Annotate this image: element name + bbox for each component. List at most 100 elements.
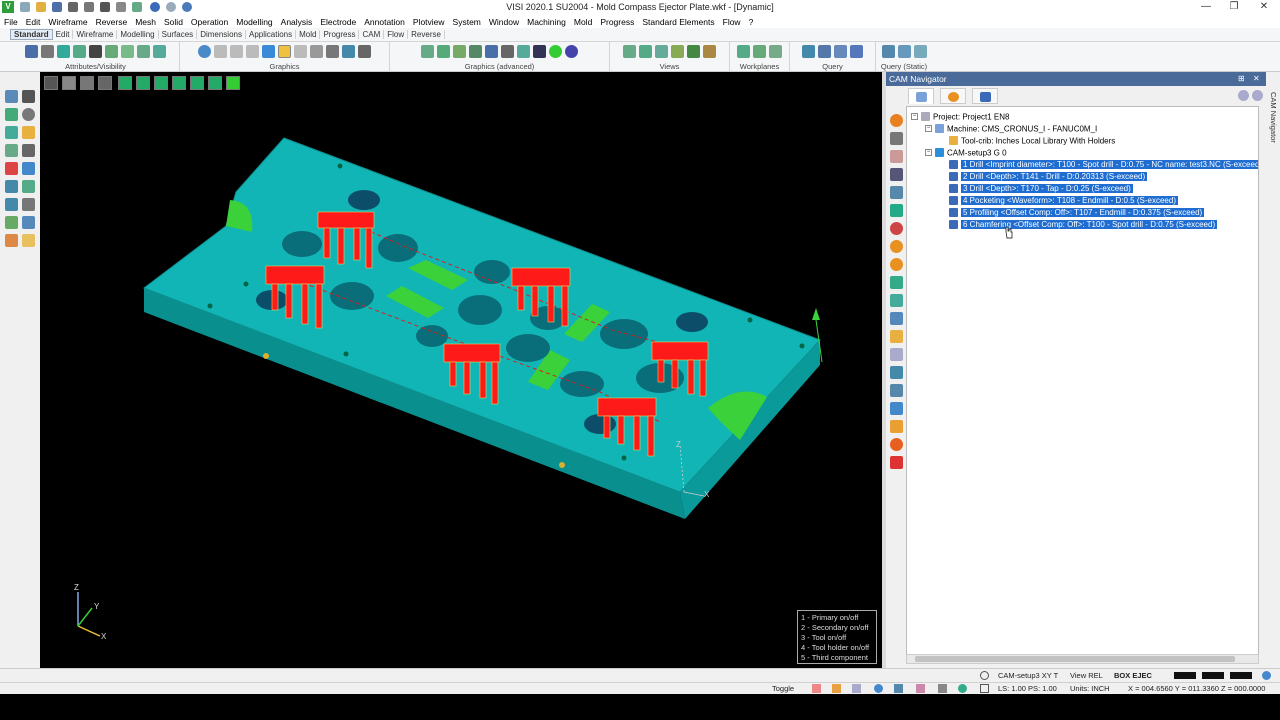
cam-tool2-icon[interactable] <box>890 294 903 307</box>
pan-icon[interactable] <box>437 45 450 58</box>
rotate-icon[interactable] <box>453 45 466 58</box>
magnet-icon[interactable] <box>22 216 35 229</box>
tree-node[interactable]: 1 Drill <Imprint diameter>: T100 - Spot … <box>939 159 1258 170</box>
shaded-icon[interactable] <box>262 45 275 58</box>
cam-drill-icon[interactable] <box>890 204 903 217</box>
cam-print-icon[interactable] <box>890 402 903 415</box>
view-iso-icon[interactable] <box>623 45 636 58</box>
dimension-icon[interactable] <box>22 198 35 211</box>
menu-item-operation[interactable]: Operation <box>191 17 228 27</box>
view-user-icon[interactable] <box>703 45 716 58</box>
menu-item-file[interactable]: File <box>4 17 18 27</box>
tree-expander[interactable]: − <box>911 113 918 121</box>
view-top-icon[interactable] <box>639 45 652 58</box>
menu-item-standard-elements[interactable]: Standard Elements <box>642 17 714 27</box>
tab-cam[interactable]: CAM <box>359 30 385 39</box>
cam-sim-icon[interactable] <box>890 222 903 235</box>
cam-hand-icon[interactable] <box>890 420 903 433</box>
query-distance-icon[interactable] <box>818 45 831 58</box>
shield-icon[interactable] <box>533 45 546 58</box>
tree-node[interactable]: 3 Drill <Depth>: T170 - Tap - D:0.25 (S-… <box>939 183 1133 194</box>
grid-icon[interactable] <box>980 684 989 693</box>
edit-icon[interactable] <box>22 126 35 139</box>
view-side-icon[interactable] <box>671 45 684 58</box>
tree-node[interactable]: 4 Pocketing <Waveform>: T108 - Endmill -… <box>939 195 1178 206</box>
tree-node[interactable]: − CAM-setup3 G 0 <box>925 147 1007 158</box>
graph-icon[interactable] <box>517 45 530 58</box>
tab-standard[interactable]: Standard <box>10 29 53 40</box>
select-icon[interactable] <box>5 90 18 103</box>
circle-icon[interactable] <box>22 108 35 121</box>
tree-horizontal-scrollbar[interactable] <box>906 654 1259 664</box>
tab-progress[interactable]: Progress <box>320 30 360 39</box>
static-query-icon[interactable] <box>881 45 895 58</box>
cam-setup-icon[interactable] <box>890 132 903 145</box>
static-query2-icon[interactable] <box>897 45 911 58</box>
view-3d-icon[interactable] <box>687 45 700 58</box>
tree-node[interactable]: 2 Drill <Depth>: T141 - Drill - D:0.2031… <box>939 171 1148 182</box>
refresh-icon[interactable] <box>958 684 967 693</box>
view-front-icon[interactable] <box>655 45 668 58</box>
cam-updown-icon[interactable] <box>890 276 903 289</box>
tree-node[interactable]: − Project: Project1 EN8 <box>911 111 1009 122</box>
solid-icon[interactable] <box>22 162 35 175</box>
colour-icon[interactable] <box>89 45 102 58</box>
cam-gear2-icon[interactable] <box>890 240 903 253</box>
menu-item-reverse[interactable]: Reverse <box>96 17 128 27</box>
menu-item-edit[interactable]: Edit <box>26 17 41 27</box>
tree-node[interactable]: Tool-crib: Inches Local Library With Hol… <box>939 135 1115 146</box>
scrollbar-thumb[interactable] <box>915 656 1235 662</box>
cross-icon[interactable] <box>22 90 35 103</box>
back-icon[interactable] <box>1238 90 1249 101</box>
static-query3-icon[interactable] <box>913 45 927 58</box>
menu-item-wireframe[interactable]: Wireframe <box>48 17 87 27</box>
line-icon[interactable] <box>5 126 18 139</box>
layer-icon[interactable] <box>41 45 54 58</box>
dynamic-icon[interactable] <box>469 45 482 58</box>
show-hide-icon[interactable] <box>57 45 70 58</box>
tab-modelling[interactable]: Modelling <box>117 30 159 39</box>
wire-icon[interactable] <box>294 45 307 58</box>
cam-tool-icon[interactable] <box>890 168 903 181</box>
query-entity-icon[interactable] <box>850 45 863 58</box>
section-icon[interactable] <box>326 45 339 58</box>
sphere-icon[interactable] <box>549 45 562 58</box>
tab-flow[interactable]: Flow <box>384 30 409 39</box>
tree-node[interactable]: − Machine: CMS_CRONUS_I - FANUC0M_I <box>925 123 1097 134</box>
tab-dimensions[interactable]: Dimensions <box>197 30 246 39</box>
tab-wireframe[interactable]: Wireframe <box>73 30 118 39</box>
cylinder2-icon[interactable] <box>501 45 514 58</box>
workplane-icon[interactable] <box>737 45 750 58</box>
line-style-swatch-2[interactable] <box>1202 672 1224 679</box>
line-style-swatch[interactable] <box>1174 672 1196 679</box>
forward-icon[interactable] <box>1252 90 1263 101</box>
cam-flask-icon[interactable] <box>890 348 903 361</box>
view-box3-icon[interactable] <box>246 45 259 58</box>
workplane3-icon[interactable] <box>769 45 782 58</box>
tab-mold[interactable]: Mold <box>296 30 321 39</box>
snap2-icon[interactable] <box>832 684 841 693</box>
help-icon[interactable] <box>874 684 883 693</box>
visibility-icon[interactable] <box>73 45 86 58</box>
zoom-icon[interactable] <box>421 45 434 58</box>
menu-item-modelling[interactable]: Modelling <box>236 17 272 27</box>
line-style-swatch-3[interactable] <box>1230 672 1252 679</box>
tab-edit[interactable]: Edit <box>53 30 74 39</box>
menu-item-electrode[interactable]: Electrode <box>320 17 356 27</box>
tab-tools[interactable] <box>940 88 966 104</box>
cam-gear4-icon[interactable] <box>890 438 903 451</box>
cam-navigator-side-tab[interactable]: CAM Navigator <box>1264 92 1278 212</box>
layer-view-icon[interactable] <box>342 45 355 58</box>
hidden-line-icon[interactable] <box>310 45 323 58</box>
panel-close-button[interactable]: ✕ <box>1253 72 1260 86</box>
ejector-plate-model[interactable] <box>40 72 882 668</box>
menu-item-[interactable]: ? <box>749 17 754 27</box>
tab-machine[interactable] <box>972 88 998 104</box>
menu-item-mesh[interactable]: Mesh <box>135 17 156 27</box>
tab-operations[interactable] <box>908 88 934 104</box>
cam-settings-icon[interactable] <box>890 114 903 127</box>
tab-applications[interactable]: Applications <box>246 30 297 39</box>
search-icon[interactable] <box>980 671 989 680</box>
cam-stock-icon[interactable] <box>890 150 903 163</box>
refresh-icon[interactable] <box>198 45 211 58</box>
